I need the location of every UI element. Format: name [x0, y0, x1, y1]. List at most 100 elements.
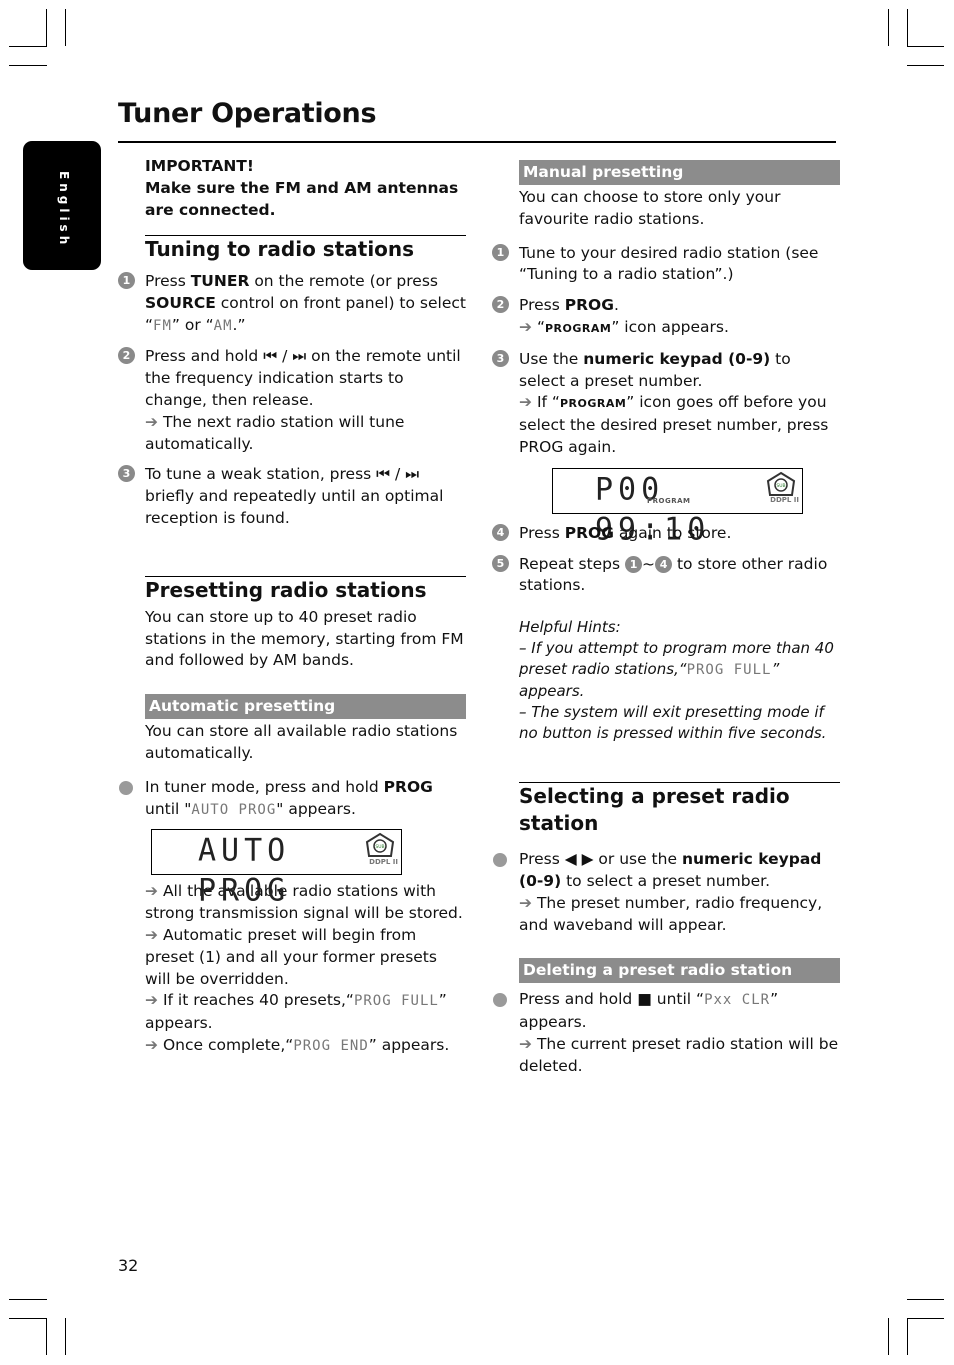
text: Press and hold	[519, 990, 638, 1009]
text: If “	[536, 393, 560, 412]
text: Use the	[519, 349, 584, 368]
lcd-display-auto-prog: AUTO PROG SUB DDPL II	[151, 829, 402, 909]
text: To tune a weak station, press	[145, 465, 377, 484]
important-text: Make sure the FM and AM antennas are con…	[145, 179, 459, 219]
result-item: ➔ If it reaches 40 presets,“PROG FULL” a…	[145, 990, 466, 1035]
title-divider	[118, 141, 836, 143]
result-item: ➔ Automatic preset will begin from prese…	[145, 925, 466, 990]
step-number-1-icon: 1	[118, 272, 135, 289]
crop-mark	[9, 1299, 47, 1300]
result-text: The preset number, radio frequency, and …	[519, 893, 823, 934]
crop-mark	[9, 46, 47, 47]
step-number-2-icon: 2	[492, 296, 509, 314]
step-number-3-icon: 3	[118, 465, 135, 483]
lcd-prog-end: PROG END	[293, 1037, 369, 1054]
subheading-automatic-presetting: Automatic presetting	[145, 694, 466, 720]
text: Press and hold	[145, 347, 264, 366]
important-label: IMPORTANT!	[145, 157, 254, 175]
bullet-icon	[119, 780, 133, 795]
section-heading-selecting: Selecting a preset radio station	[519, 782, 840, 837]
right-column: Manual presetting You can choose to stor…	[492, 160, 840, 1078]
result-item: ➔ Once complete,“PROG END” appears.	[145, 1035, 466, 1058]
arrow-icon: ➔	[145, 882, 158, 901]
language-tab-label: English	[57, 171, 71, 249]
text: .	[613, 296, 619, 315]
automatic-intro: You can store all available radio statio…	[145, 722, 458, 762]
text: ” appears.	[368, 1035, 450, 1054]
crop-mark	[65, 1318, 66, 1355]
manual-step-4: 4 Press PROG again to store.	[492, 523, 840, 545]
tuning-step-3: 3 To tune a weak station, press ⏮ / ⏭ br…	[118, 464, 466, 529]
crop-mark	[907, 1318, 944, 1319]
text: In tuner mode, press and hold	[145, 777, 384, 796]
automatic-step: In tuner mode, press and hold PROG until…	[118, 777, 466, 822]
crop-mark	[888, 9, 889, 46]
sub-label: SUB	[375, 844, 384, 850]
key-numeric-keypad: numeric keypad (0-9)	[583, 349, 771, 368]
crop-mark	[888, 1318, 889, 1355]
key-source: SOURCE	[145, 293, 216, 312]
dolby-pl-label: DDPL II	[770, 495, 799, 504]
manual-step-2: 2 Press PROG. ➔ “PROGRAM” icon appears.	[492, 295, 840, 340]
text: Press	[519, 523, 565, 542]
text: ~	[642, 554, 656, 573]
hints-title: Helpful Hints:	[519, 618, 621, 637]
text: ” or “	[171, 315, 214, 334]
prev-next-icon: ⏮ / ⏭	[376, 465, 420, 484]
deleting-step: Press and hold ■ until “Pxx CLR” appears…	[492, 989, 840, 1077]
sub-label: SUB	[776, 483, 785, 489]
lcd-display-program: P00 99:10 PROGRAM SUB DDPL II	[552, 467, 803, 548]
text: ” icon appears.	[611, 317, 729, 336]
manual-step-5: 5 Repeat steps 1 ~4 to store other radio …	[492, 554, 840, 598]
page-title: Tuner Operations	[118, 98, 377, 129]
prev-next-icon: ⏮ / ⏭	[263, 347, 307, 366]
dolby-pl-label: DDPL II	[369, 857, 398, 866]
arrow-icon: ➔	[145, 991, 158, 1010]
text: .”	[232, 315, 246, 334]
lcd-prog-full: PROG FULL	[686, 662, 772, 679]
text: Repeat steps	[519, 554, 626, 573]
step-number-3-icon: 3	[492, 349, 509, 367]
text: Once complete,“	[162, 1035, 294, 1054]
manual-step-1: 1 Tune to your desired radio station (se…	[492, 243, 840, 287]
section-heading-presetting: Presetting radio stations	[145, 575, 466, 603]
arrow-icon: ➔	[519, 317, 532, 336]
text: again to store.	[613, 523, 732, 542]
manual-step-3: 3 Use the numeric keypad (0-9) to select…	[492, 349, 840, 459]
crop-mark	[46, 9, 47, 47]
text: until "	[145, 799, 192, 818]
step-number-4-icon: 4	[492, 523, 509, 541]
program-indicator-label: PROGRAM	[544, 321, 612, 335]
text: – If you attempt to program more than 40…	[519, 639, 834, 679]
text: briefly and repeatedly until an optimal …	[145, 487, 444, 527]
step-number-5-icon: 5	[492, 554, 509, 572]
presetting-intro: You can store up to 40 preset radio stat…	[145, 607, 464, 670]
lcd-fm: FM	[153, 317, 172, 334]
helpful-hints: Helpful Hints: – If you attempt to progr…	[519, 617, 840, 744]
lcd-auto-prog: AUTO PROG	[191, 801, 277, 818]
bullet-icon	[493, 853, 507, 868]
text: Press	[519, 296, 565, 315]
key-prog: PROG	[383, 777, 433, 796]
crop-mark	[9, 1318, 47, 1319]
lcd-pxx-clr: Pxx CLR	[704, 992, 771, 1009]
crop-mark	[65, 9, 66, 46]
arrow-icon: ➔	[145, 1035, 158, 1054]
text: If it reaches 40 presets,“	[162, 991, 354, 1010]
page-number: 32	[118, 1256, 139, 1275]
key-prog: PROG	[564, 296, 614, 315]
crop-mark	[907, 1318, 908, 1355]
selecting-step: Press ◀ ▶ or use the numeric keypad (0-9…	[492, 849, 840, 936]
crop-mark	[907, 1299, 944, 1300]
text: until “	[651, 990, 705, 1009]
key-tuner: TUNER	[190, 272, 250, 290]
text: " appears.	[276, 799, 356, 818]
arrow-icon: ➔	[519, 893, 532, 912]
text: Press	[145, 272, 191, 290]
lcd-program-label: PROGRAM	[647, 496, 691, 505]
step-number-1-icon: 1	[492, 243, 509, 261]
hint-item: – The system will exit presetting mode i…	[519, 703, 827, 743]
arrow-icon: ➔	[145, 925, 158, 944]
text: Press ◀ ▶ or use the	[519, 850, 682, 869]
lcd-prog-full: PROG FULL	[353, 993, 439, 1010]
